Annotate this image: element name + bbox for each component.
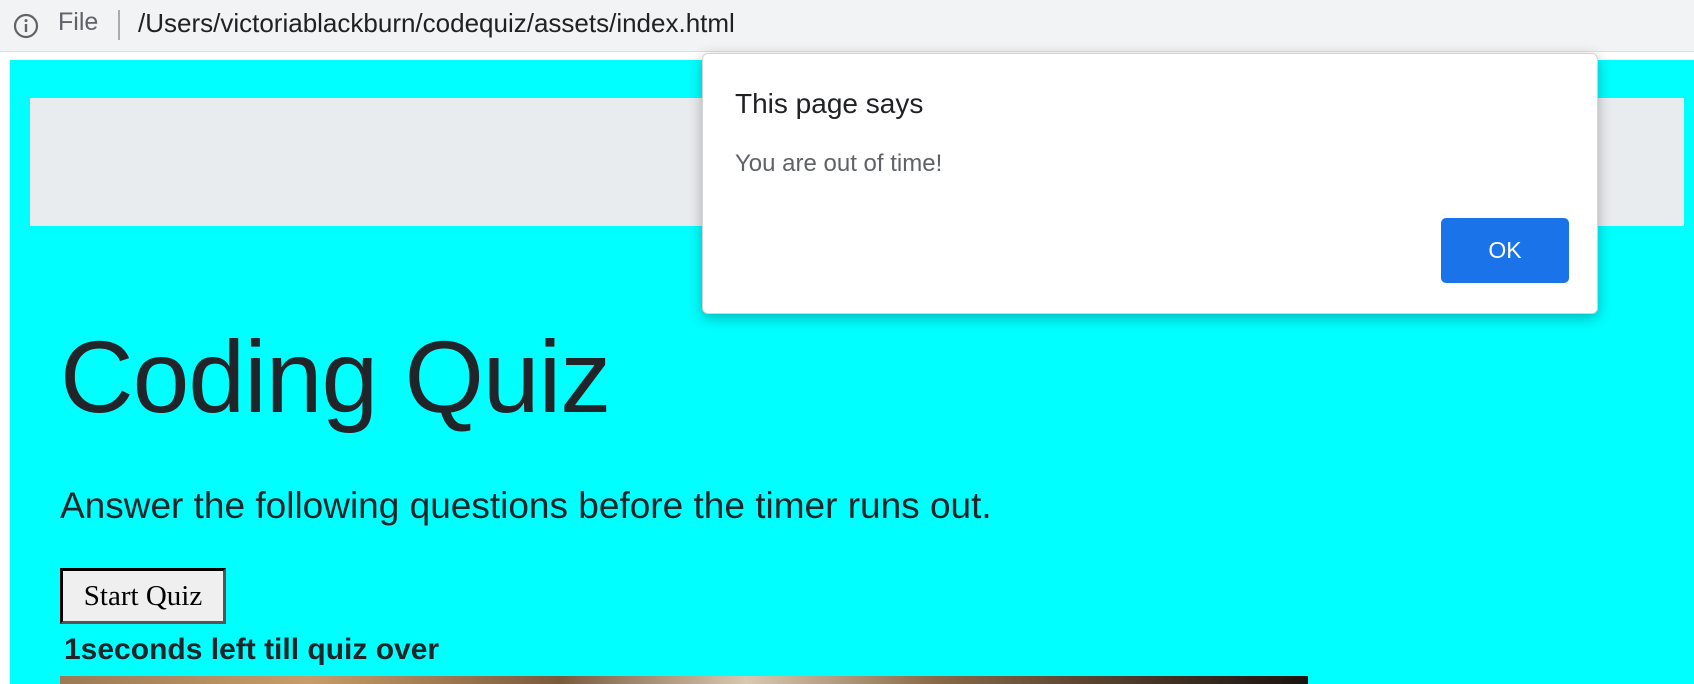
page-subtitle: Answer the following questions before th… [60, 485, 992, 526]
alert-dialog: This page says You are out of time! OK [702, 53, 1598, 314]
quiz-image [60, 676, 1308, 684]
url-scheme-label: File [58, 8, 99, 36]
timer-countdown: 1seconds left till quiz over [64, 633, 440, 666]
alert-message: You are out of time! [735, 150, 943, 177]
alert-title: This page says [735, 88, 924, 119]
start-quiz-button[interactable]: Start Quiz [60, 568, 226, 624]
browser-address-bar: File /Users/victoriablackburn/codequiz/a… [0, 0, 1694, 52]
page-title: Coding Quiz [60, 320, 611, 434]
url-field[interactable]: /Users/victoriablackburn/codequiz/assets… [138, 8, 735, 39]
ok-button[interactable]: OK [1441, 218, 1569, 283]
info-icon[interactable] [13, 13, 39, 39]
address-separator [118, 10, 120, 40]
